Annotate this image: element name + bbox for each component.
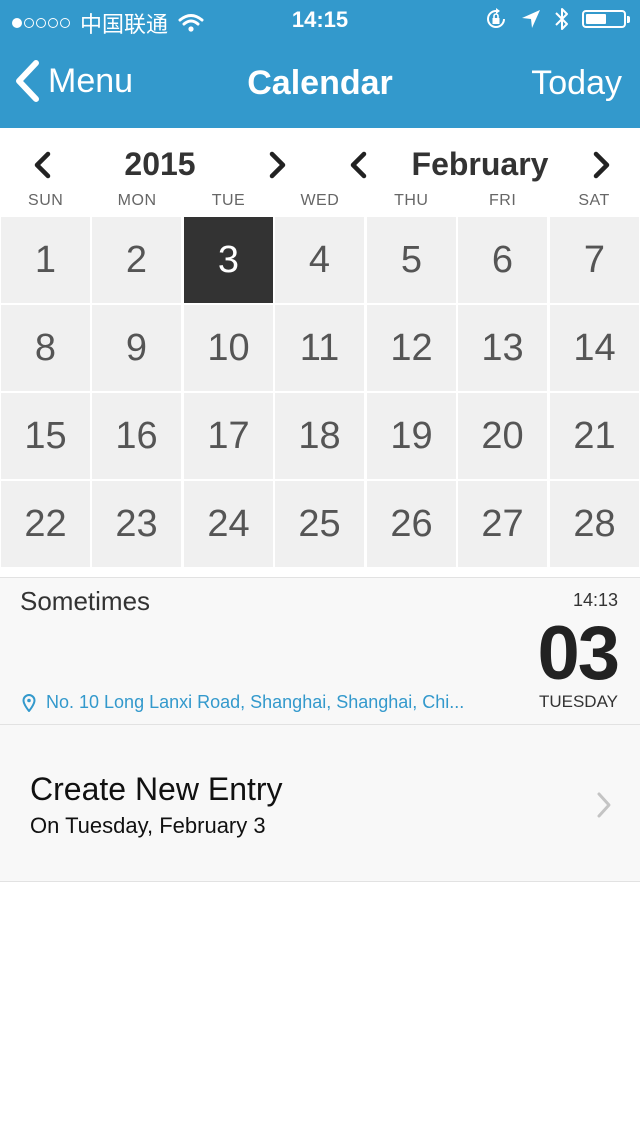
- previous-year-button[interactable]: [28, 150, 58, 180]
- calendar-day[interactable]: 12: [367, 305, 456, 391]
- calendar-day-selected[interactable]: 3: [184, 217, 273, 303]
- entry-title: Sometimes: [20, 586, 151, 616]
- weekday-label: WED: [300, 192, 340, 209]
- bluetooth-icon: [555, 8, 568, 30]
- calendar-grid: 1 2 3 4 5 6 7 8 9 10 11 12 13 14 15 16 17 18 19 20 21 22 23 24 2…: [0, 217, 640, 569]
- month-value: February: [411, 146, 549, 182]
- calendar-day[interactable]: 11: [275, 305, 364, 391]
- calendar-day[interactable]: 1: [1, 217, 90, 303]
- calendar-day[interactable]: 22: [1, 481, 90, 567]
- month-picker: February: [340, 140, 620, 190]
- year-picker: 2015: [20, 140, 300, 190]
- create-entry-title: Create New Entry: [30, 771, 283, 807]
- entry-weekday: TUESDAY: [538, 692, 618, 711]
- year-value: 2015: [124, 146, 196, 182]
- calendar-day[interactable]: 14: [550, 305, 639, 391]
- calendar-day[interactable]: 23: [92, 481, 181, 567]
- weekday-label: MON: [117, 192, 157, 209]
- weekday-label: TUE: [211, 192, 246, 209]
- create-new-entry-row[interactable]: Create New Entry On Tuesday, February 3: [0, 725, 640, 882]
- status-bar: 中国联通 14:15: [0, 0, 640, 40]
- calendar-day[interactable]: 24: [184, 481, 273, 567]
- calendar-entry[interactable]: Sometimes 14:13 03 TUESDAY No. 10 Long L…: [0, 577, 640, 725]
- weekday-label: THU: [394, 192, 429, 209]
- weekday-label: SAT: [578, 192, 610, 209]
- battery-fill: [586, 14, 606, 24]
- next-month-button[interactable]: [586, 150, 616, 180]
- calendar-day[interactable]: 21: [550, 393, 639, 479]
- weekday-label: FRI: [489, 192, 517, 209]
- entry-day-number: 03: [537, 611, 620, 696]
- navigation-bar: Menu Calendar Today: [0, 40, 640, 128]
- rotation-lock-icon: [487, 8, 505, 28]
- calendar-day[interactable]: 27: [458, 481, 547, 567]
- calendar-day[interactable]: 13: [458, 305, 547, 391]
- previous-month-button[interactable]: [344, 150, 374, 180]
- today-button[interactable]: Today: [531, 64, 622, 103]
- location-pin-icon: [22, 693, 36, 712]
- calendar-day[interactable]: 9: [92, 305, 181, 391]
- header-bar: 中国联通 14:15 Menu Calendar Today: [0, 0, 640, 128]
- calendar-day[interactable]: 4: [275, 217, 364, 303]
- calendar-day[interactable]: 15: [1, 393, 90, 479]
- calendar-day[interactable]: 25: [275, 481, 364, 567]
- calendar-day[interactable]: 16: [92, 393, 181, 479]
- entry-location[interactable]: No. 10 Long Lanxi Road, Shanghai, Shangh…: [22, 692, 492, 713]
- entry-time: 14:13: [572, 590, 618, 610]
- calendar-day[interactable]: 17: [184, 393, 273, 479]
- weekday-label: SUN: [28, 192, 64, 209]
- calendar-day[interactable]: 8: [1, 305, 90, 391]
- next-year-button[interactable]: [262, 150, 292, 180]
- location-arrow-icon: [522, 10, 540, 28]
- entry-location-text: No. 10 Long Lanxi Road, Shanghai, Shangh…: [46, 692, 465, 712]
- calendar-day[interactable]: 19: [367, 393, 456, 479]
- calendar-day[interactable]: 20: [458, 393, 547, 479]
- battery-icon: [582, 10, 630, 28]
- calendar-day[interactable]: 18: [275, 393, 364, 479]
- calendar-day[interactable]: 7: [550, 217, 639, 303]
- chevron-right-icon: [597, 792, 611, 818]
- calendar-day[interactable]: 28: [550, 481, 639, 567]
- calendar-day[interactable]: 5: [367, 217, 456, 303]
- create-entry-subtitle: On Tuesday, February 3: [30, 813, 266, 838]
- calendar-day[interactable]: 6: [458, 217, 547, 303]
- calendar-day[interactable]: 2: [92, 217, 181, 303]
- weekday-header: SUN MON TUE WED THU FRI SAT: [0, 192, 640, 216]
- calendar-day[interactable]: 26: [367, 481, 456, 567]
- calendar-day[interactable]: 10: [184, 305, 273, 391]
